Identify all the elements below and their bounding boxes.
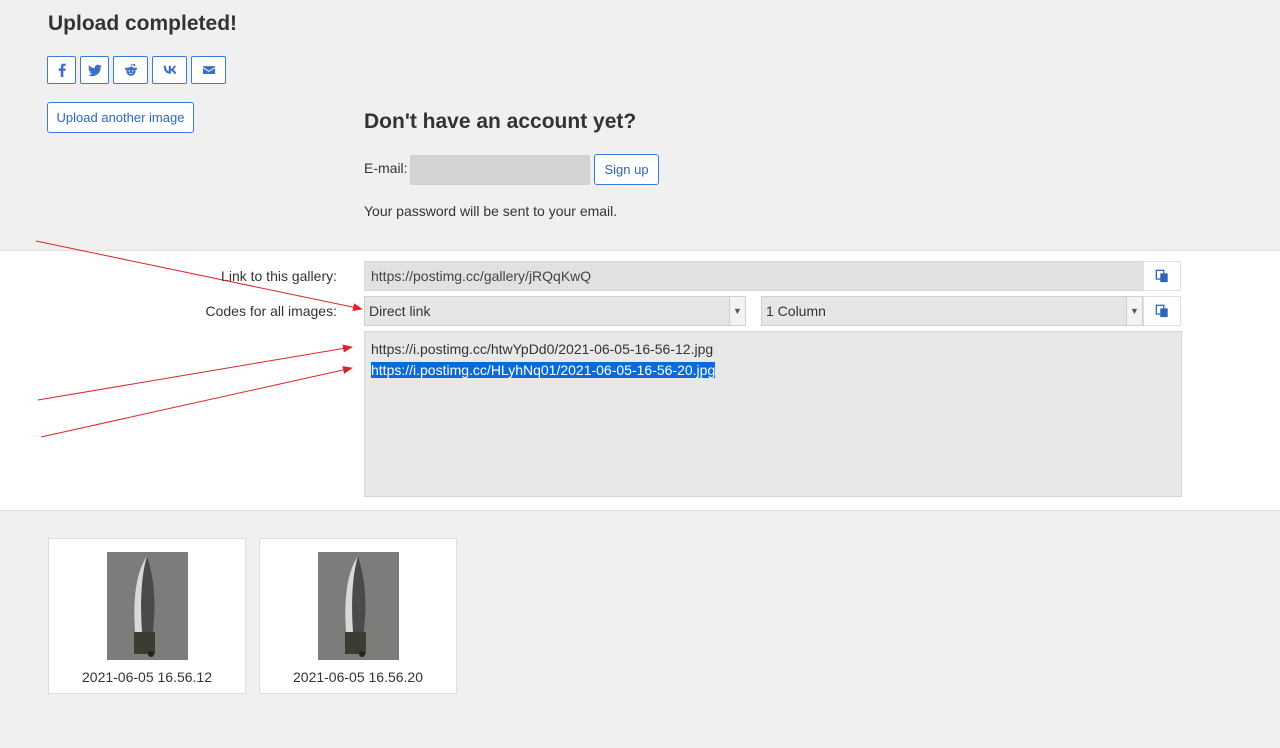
password-note: Your password will be sent to your email… bbox=[364, 203, 618, 219]
sign-up-button[interactable]: Sign up bbox=[594, 154, 659, 185]
copy-icon bbox=[1155, 304, 1168, 318]
email-icon bbox=[202, 66, 215, 74]
copy-gallery-link-button[interactable] bbox=[1143, 261, 1181, 291]
facebook-icon bbox=[58, 63, 66, 77]
email-input[interactable] bbox=[410, 155, 590, 185]
codes-label: Codes for all images: bbox=[205, 303, 337, 319]
layout-value: 1 Column bbox=[766, 303, 826, 319]
account-heading: Don't have an account yet? bbox=[364, 110, 637, 133]
page-title: Upload completed! bbox=[48, 12, 238, 35]
image-thumbnail[interactable]: 2021-06-05 16.56.12 bbox=[48, 538, 246, 694]
share-vk-button[interactable] bbox=[152, 56, 187, 84]
email-label: E-mail: bbox=[364, 160, 408, 176]
code-line: https://i.postimg.cc/htwYpDd0/2021-06-05… bbox=[371, 341, 714, 357]
copy-codes-button[interactable] bbox=[1143, 296, 1181, 326]
share-facebook-button[interactable] bbox=[47, 56, 76, 84]
code-format-value: Direct link bbox=[369, 303, 431, 319]
code-format-select[interactable]: Direct link ▼ bbox=[364, 296, 746, 326]
copy-icon bbox=[1155, 269, 1168, 283]
thumbnail-caption: 2021-06-05 16.56.20 bbox=[293, 669, 423, 685]
knife-image bbox=[318, 552, 399, 660]
codes-textarea[interactable]: https://i.postimg.cc/htwYpDd0/2021-06-05… bbox=[364, 331, 1182, 497]
share-email-button[interactable] bbox=[191, 56, 226, 84]
upload-another-button[interactable]: Upload another image bbox=[47, 102, 194, 133]
twitter-icon bbox=[87, 64, 102, 77]
gallery-link-label: Link to this gallery: bbox=[221, 268, 337, 284]
thumbnail-caption: 2021-06-05 16.56.12 bbox=[82, 669, 212, 685]
layout-select[interactable]: 1 Column ▼ bbox=[761, 296, 1143, 326]
gallery-link-field[interactable]: https://postimg.cc/gallery/jRQqKwQ bbox=[364, 261, 1144, 291]
vk-icon bbox=[163, 65, 176, 74]
share-reddit-button[interactable] bbox=[113, 56, 148, 84]
reddit-icon bbox=[124, 63, 137, 76]
image-thumbnail[interactable]: 2021-06-05 16.56.20 bbox=[259, 538, 457, 694]
chevron-down-icon: ▼ bbox=[729, 297, 745, 325]
share-twitter-button[interactable] bbox=[80, 56, 109, 84]
code-line-selected: https://i.postimg.cc/HLyhNq01/2021-06-05… bbox=[371, 362, 716, 378]
chevron-down-icon: ▼ bbox=[1126, 297, 1142, 325]
knife-image bbox=[107, 552, 188, 660]
share-buttons bbox=[47, 56, 226, 84]
